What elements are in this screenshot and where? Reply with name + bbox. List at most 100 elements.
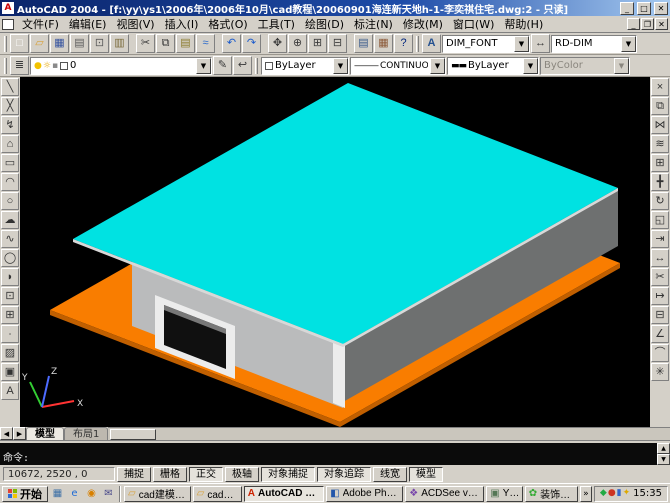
standard-toolbar-button[interactable]: ▱ [30, 34, 49, 53]
menu-item[interactable]: 绘图(D) [300, 15, 349, 33]
draw-tool-button[interactable]: ▣ [1, 363, 19, 381]
status-toggle-button[interactable]: 正交 [189, 467, 223, 482]
draw-tool-button[interactable]: ⌂ [1, 135, 19, 153]
modify-tool-button[interactable]: ⧉ [651, 97, 669, 115]
color-combo[interactable]: ByLayer ▼ [261, 57, 349, 75]
modify-tool-button[interactable]: ⇥ [651, 230, 669, 248]
modify-tool-button[interactable]: ⊞ [651, 154, 669, 172]
toolbar-grip[interactable] [255, 58, 258, 74]
status-toggle-button[interactable]: 对象捕捉 [261, 467, 315, 482]
standard-toolbar-button[interactable]: ⊡ [90, 34, 109, 53]
command-prompt[interactable]: 命令: [3, 453, 654, 464]
standard-toolbar-button[interactable]: ▦ [50, 34, 69, 53]
chevron-down-icon[interactable]: ▼ [196, 58, 211, 74]
command-scrollbar[interactable]: ▲ ▼ [657, 443, 670, 465]
dim-style-button[interactable]: ↔ [531, 34, 550, 53]
tab-scroll-right-icon[interactable]: ▶ [13, 427, 26, 440]
minimize-button[interactable]: _ [620, 2, 634, 15]
scroll-up-icon[interactable]: ▲ [657, 443, 670, 454]
menu-item[interactable]: 标注(N) [349, 15, 398, 33]
draw-tool-button[interactable]: ⊡ [1, 287, 19, 305]
menu-item[interactable]: 窗口(W) [448, 15, 499, 33]
standard-toolbar-button[interactable]: ≈ [196, 34, 215, 53]
standard-toolbar-button[interactable] [348, 34, 353, 53]
standard-toolbar-button[interactable]: ▦ [374, 34, 393, 53]
chevron-down-icon[interactable]: ▼ [621, 36, 636, 52]
toolbar-grip[interactable] [416, 36, 419, 52]
maximize-button[interactable]: □ [637, 2, 651, 15]
standard-toolbar-button[interactable] [262, 34, 267, 53]
standard-toolbar-button[interactable]: ▥ [110, 34, 129, 53]
start-button[interactable]: 开始 [2, 486, 48, 502]
toolbar-grip[interactable] [4, 36, 7, 52]
draw-tool-button[interactable]: ↯ [1, 116, 19, 134]
draw-tool-button[interactable]: ╳ [1, 97, 19, 115]
canvas-horizontal-scrollbar[interactable] [108, 427, 670, 440]
menu-item[interactable]: 工具(T) [253, 15, 300, 33]
draw-tool-button[interactable]: ◯ [1, 249, 19, 267]
modify-tool-button[interactable]: ↔ [651, 249, 669, 267]
layout-tab[interactable]: 模型 [26, 427, 64, 440]
draw-tool-button[interactable]: ╲ [1, 78, 19, 96]
standard-toolbar-button[interactable]: ? [394, 34, 413, 53]
standard-toolbar-button[interactable]: ⊞ [308, 34, 327, 53]
drawing-canvas[interactable]: X Y Z [20, 77, 650, 427]
standard-toolbar-button[interactable] [216, 34, 221, 53]
menu-item[interactable]: 帮助(H) [499, 15, 548, 33]
close-button[interactable]: ✕ [654, 2, 668, 15]
modify-tool-button[interactable]: ∠ [651, 325, 669, 343]
text-style-combo[interactable]: DIM_FONT ▼ [442, 35, 530, 53]
draw-tool-button[interactable]: ∿ [1, 230, 19, 248]
draw-tool-button[interactable]: ◠ [1, 173, 19, 191]
taskbar-task-button[interactable]: ▣ YYY [486, 486, 523, 502]
standard-toolbar-button[interactable] [130, 34, 135, 53]
modify-tool-button[interactable]: ⋈ [651, 116, 669, 134]
wall-corner-edge[interactable] [333, 339, 345, 408]
quick-launch-icon[interactable]: e [67, 486, 82, 501]
tray-icon[interactable]: ● [608, 489, 616, 498]
menu-item[interactable]: 插入(I) [160, 15, 204, 33]
standard-toolbar-button[interactable]: ↶ [222, 34, 241, 53]
standard-toolbar-button[interactable]: ⊕ [288, 34, 307, 53]
chevron-down-icon[interactable]: ▼ [430, 58, 445, 74]
modify-tool-button[interactable]: ↦ [651, 287, 669, 305]
layers-toolbar-button[interactable]: ↩ [233, 56, 252, 75]
menu-item[interactable]: 视图(V) [111, 15, 159, 33]
taskbar-task-button[interactable]: ▱ cad建模教程 [124, 486, 191, 502]
chevron-down-icon[interactable]: ▼ [333, 58, 348, 74]
scroll-down-icon[interactable]: ▼ [657, 454, 670, 465]
status-toggle-button[interactable]: 栅格 [153, 467, 187, 482]
draw-tool-button[interactable]: ∙ [1, 325, 19, 343]
linetype-combo[interactable]: ——— CONTINUOUS ▼ [350, 57, 446, 75]
text-style-button[interactable]: A [422, 34, 441, 53]
standard-toolbar-button[interactable]: ⊟ [328, 34, 347, 53]
standard-toolbar-button[interactable]: ↷ [242, 34, 261, 53]
command-window[interactable]: 命令: ▲ ▼ [0, 441, 670, 465]
title-bar[interactable]: A AutoCAD 2004 - [f:\yy\ys1\2006年\2006年1… [0, 0, 670, 16]
tab-scroll-left-icon[interactable]: ◀ [0, 427, 13, 440]
standard-toolbar-button[interactable]: ▤ [176, 34, 195, 53]
mdi-restore-button[interactable]: ❐ [641, 18, 654, 30]
taskbar-task-button[interactable]: ▱ cad教程 [193, 486, 242, 502]
layers-toolbar-button[interactable]: ✎ [213, 56, 232, 75]
chevron-down-icon[interactable]: ▼ [523, 58, 538, 74]
standard-toolbar-button[interactable]: ✂ [136, 34, 155, 53]
draw-tool-button[interactable]: ○ [1, 192, 19, 210]
standard-toolbar-button[interactable]: ▤ [70, 34, 89, 53]
modify-tool-button[interactable]: ≋ [651, 135, 669, 153]
menu-item[interactable]: 格式(O) [203, 15, 252, 33]
lineweight-combo[interactable]: ▬▬ ByLayer ▼ [447, 57, 539, 75]
draw-tool-button[interactable]: A [1, 382, 19, 400]
scrollbar-thumb[interactable] [110, 429, 156, 440]
layers-toolbar-button[interactable]: ≣ [10, 56, 29, 75]
modify-tool-button[interactable]: ↻ [651, 192, 669, 210]
draw-tool-button[interactable]: ▨ [1, 344, 19, 362]
quick-launch-icon[interactable]: ▦ [50, 486, 65, 501]
status-toggle-button[interactable]: 线宽 [373, 467, 407, 482]
draw-tool-button[interactable]: ☁ [1, 211, 19, 229]
mdi-minimize-button[interactable]: _ [627, 18, 640, 30]
draw-tool-button[interactable]: ◗ [1, 268, 19, 286]
status-toggle-button[interactable]: 模型 [409, 467, 443, 482]
taskbar-chevron-icon[interactable]: » [580, 486, 592, 502]
quick-launch-icon[interactable]: ✉ [101, 486, 116, 501]
